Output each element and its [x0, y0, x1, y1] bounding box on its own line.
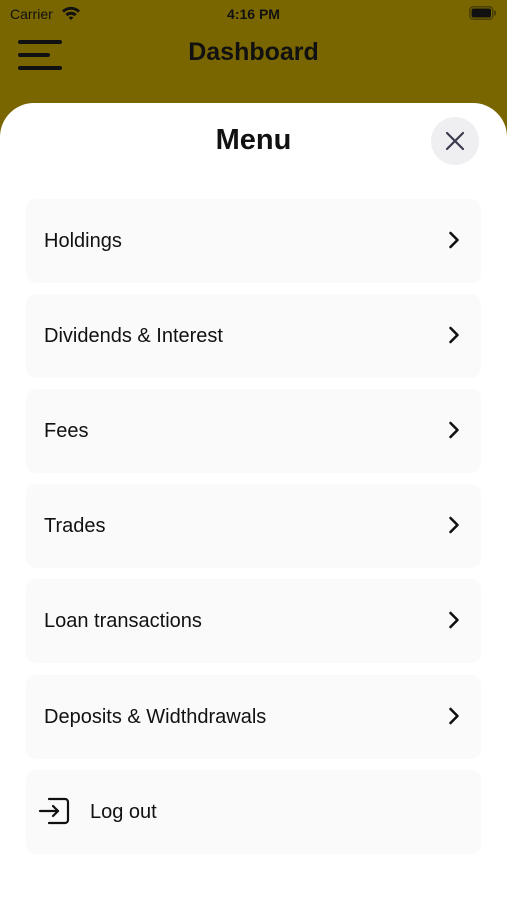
logout-label: Log out [90, 801, 157, 823]
battery-icon [469, 6, 496, 20]
logout-button[interactable]: Log out [26, 770, 481, 854]
chevron-right-icon [449, 516, 459, 534]
app-header: Dashboard [0, 28, 507, 78]
chevron-right-icon [449, 421, 459, 439]
chevron-right-icon [449, 231, 459, 249]
close-button[interactable] [431, 117, 479, 165]
page-title: Dashboard [188, 38, 319, 66]
chevron-right-icon [449, 326, 459, 344]
status-time: 4:16 PM [227, 6, 280, 22]
menu-item-label: Trades [44, 515, 106, 537]
menu-item-deposits-withdrawals[interactable]: Deposits & Widthdrawals [26, 675, 481, 759]
menu-item-label: Holdings [44, 230, 122, 252]
status-bar: Carrier 4:16 PM [0, 0, 507, 28]
menu-item-trades[interactable]: Trades [26, 484, 481, 568]
logout-icon [38, 797, 70, 825]
chevron-right-icon [449, 611, 459, 629]
chevron-right-icon [449, 707, 459, 725]
menu-item-dividends-interest[interactable]: Dividends & Interest [26, 294, 481, 378]
menu-sheet: Menu Holdings Dividends & Interest Fees … [0, 103, 507, 900]
menu-item-label: Dividends & Interest [44, 325, 223, 347]
menu-item-label: Loan transactions [44, 610, 202, 632]
menu-item-loan-transactions[interactable]: Loan transactions [26, 579, 481, 663]
menu-item-label: Fees [44, 420, 89, 442]
menu-item-fees[interactable]: Fees [26, 389, 481, 473]
menu-item-label: Deposits & Widthdrawals [44, 706, 267, 728]
close-icon [445, 131, 465, 151]
menu-item-holdings[interactable]: Holdings [26, 199, 481, 283]
